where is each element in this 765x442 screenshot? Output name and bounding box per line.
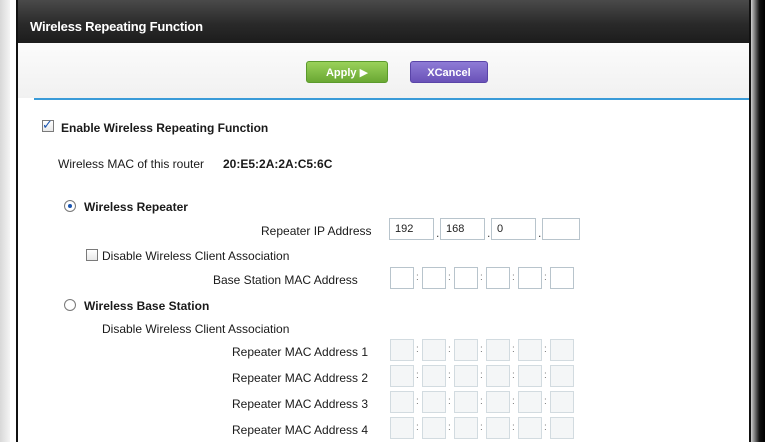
- router-mac-value: 20:E5:2A:2A:C5:6C: [223, 157, 333, 171]
- mac-colon: :: [544, 370, 547, 381]
- frame-right-edge: [751, 0, 765, 442]
- repeater-mac-label-4: Repeater MAC Address 4: [232, 423, 369, 437]
- repeater-mac-label-3: Repeater MAC Address 3: [232, 397, 369, 411]
- repeater-mac-1-octet-2[interactable]: [422, 339, 446, 361]
- mac-colon: :: [448, 396, 451, 407]
- repeater-mac-2-octet-1[interactable]: [390, 365, 414, 387]
- mac-colon: :: [448, 370, 451, 381]
- repeater-mac-4-octet-5[interactable]: [518, 417, 542, 439]
- repeater-mac-1-octet-1[interactable]: [390, 339, 414, 361]
- repeater-ip-octet-3[interactable]: [491, 218, 536, 240]
- apply-button[interactable]: Apply ▶: [306, 61, 388, 83]
- mac-colon: :: [512, 272, 515, 283]
- mac-colon: :: [512, 344, 515, 355]
- mac-colon: :: [512, 370, 515, 381]
- mac-colon: :: [448, 344, 451, 355]
- wireless-repeater-radio[interactable]: [64, 200, 76, 212]
- repeater-mac-label-2: Repeater MAC Address 2: [232, 371, 369, 385]
- repeater-mac-2-octet-4[interactable]: [486, 365, 510, 387]
- mac-colon: :: [544, 344, 547, 355]
- enable-repeating-checkbox[interactable]: ✓: [42, 117, 54, 132]
- repeater-mac-4-octet-4[interactable]: [486, 417, 510, 439]
- repeater-mac-4-octet-1[interactable]: [390, 417, 414, 439]
- repeater-mac-1-octet-6[interactable]: [550, 339, 574, 361]
- mac-colon: :: [480, 272, 483, 283]
- repeater-disable-assoc-label: Disable Wireless Client Association: [102, 249, 290, 263]
- repeater-mac-3-octet-6[interactable]: [550, 391, 574, 413]
- repeater-mac-2-octet-5[interactable]: [518, 365, 542, 387]
- mac-colon: :: [544, 272, 547, 283]
- repeater-mac-4-octet-6[interactable]: [550, 417, 574, 439]
- mac-colon: :: [416, 272, 419, 283]
- repeater-mac-2-octet-2[interactable]: [422, 365, 446, 387]
- repeater-mac-3-octet-1[interactable]: [390, 391, 414, 413]
- repeater-mac-1-octet-5[interactable]: [518, 339, 542, 361]
- repeater-ip-octet-4[interactable]: [542, 218, 580, 240]
- base-station-mac-octet-3[interactable]: [454, 267, 478, 289]
- mac-colon: :: [416, 370, 419, 381]
- title-bar: Wireless Repeating Function: [18, 0, 749, 43]
- repeater-mac-1-octet-3[interactable]: [454, 339, 478, 361]
- mac-colon: :: [416, 396, 419, 407]
- window-frame: Wireless Repeating Function Apply ▶ XCan…: [0, 0, 765, 442]
- repeater-mac-3-octet-2[interactable]: [422, 391, 446, 413]
- repeater-disable-assoc-checkbox[interactable]: [86, 249, 98, 261]
- base-station-mac-octet-6[interactable]: [550, 267, 574, 289]
- mac-colon: :: [416, 422, 419, 433]
- base-station-disable-assoc-label: Disable Wireless Client Association: [102, 322, 290, 336]
- base-station-mac-octet-2[interactable]: [422, 267, 446, 289]
- repeater-mac-3-octet-3[interactable]: [454, 391, 478, 413]
- base-station-mac-label: Base Station MAC Address: [213, 273, 358, 287]
- repeater-ip-octet-2[interactable]: [440, 218, 485, 240]
- repeater-mac-2-octet-3[interactable]: [454, 365, 478, 387]
- cancel-button[interactable]: XCancel: [410, 61, 488, 83]
- repeater-ip-label: Repeater IP Address: [261, 224, 372, 238]
- base-station-mac-octet-5[interactable]: [518, 267, 542, 289]
- mac-colon: :: [544, 396, 547, 407]
- mac-colon: :: [480, 422, 483, 433]
- enable-repeating-label: Enable Wireless Repeating Function: [61, 121, 269, 135]
- content-area: ✓ Enable Wireless Repeating Function Wir…: [18, 100, 749, 442]
- wireless-repeater-label: Wireless Repeater: [84, 200, 188, 214]
- repeater-mac-3-octet-5[interactable]: [518, 391, 542, 413]
- router-mac-label: Wireless MAC of this router: [58, 157, 205, 171]
- base-station-mac-octet-4[interactable]: [486, 267, 510, 289]
- wireless-base-station-radio[interactable]: [64, 299, 76, 311]
- ip-dot: .: [538, 226, 542, 240]
- checkmark-icon: ✓: [42, 117, 53, 132]
- mac-colon: :: [480, 344, 483, 355]
- repeater-mac-4-octet-3[interactable]: [454, 417, 478, 439]
- repeater-mac-label-1: Repeater MAC Address 1: [232, 345, 369, 359]
- base-station-mac-octet-1[interactable]: [390, 267, 414, 289]
- repeater-ip-octet-1[interactable]: [389, 218, 434, 240]
- ip-dot: .: [436, 226, 440, 240]
- settings-panel: Wireless Repeating Function Apply ▶ XCan…: [16, 0, 751, 442]
- mac-colon: :: [480, 396, 483, 407]
- repeater-mac-1-octet-4[interactable]: [486, 339, 510, 361]
- repeater-mac-3-octet-4[interactable]: [486, 391, 510, 413]
- repeater-mac-4-octet-2[interactable]: [422, 417, 446, 439]
- mac-colon: :: [448, 272, 451, 283]
- mac-colon: :: [480, 370, 483, 381]
- mac-colon: :: [448, 422, 451, 433]
- button-bar: Apply ▶ XCancel: [18, 43, 749, 98]
- mac-colon: :: [512, 396, 515, 407]
- mac-colon: :: [416, 344, 419, 355]
- wireless-base-station-label: Wireless Base Station: [84, 299, 210, 313]
- frame-left-edge: [0, 0, 10, 442]
- ip-dot: .: [487, 226, 491, 240]
- page-title: Wireless Repeating Function: [30, 19, 203, 34]
- repeater-mac-2-octet-6[interactable]: [550, 365, 574, 387]
- mac-colon: :: [544, 422, 547, 433]
- mac-colon: :: [512, 422, 515, 433]
